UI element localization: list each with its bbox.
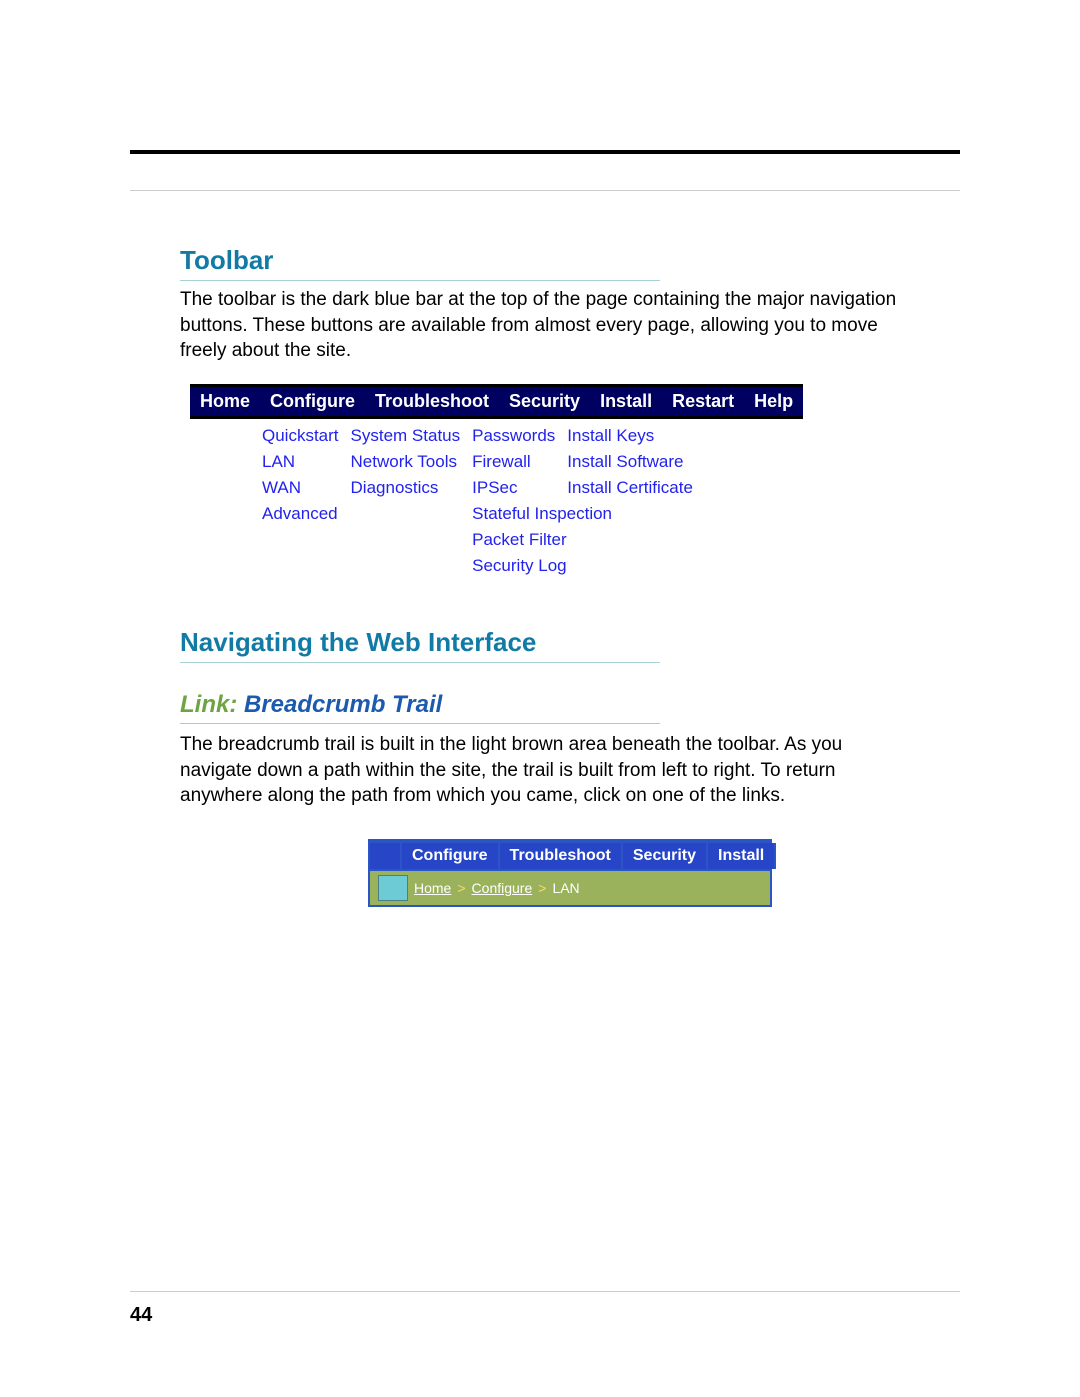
crumb-tab-troubleshoot[interactable]: Troubleshoot xyxy=(500,843,623,869)
nav-security[interactable]: Security xyxy=(499,385,590,417)
breadcrumb-leftcap-icon xyxy=(378,875,408,901)
link-title: Breadcrumb Trail xyxy=(244,691,442,718)
link-prefix: Link: xyxy=(180,691,237,718)
crumb-link-home[interactable]: Home xyxy=(414,880,451,896)
breadcrumb-tabs: Configure Troubleshoot Security Install xyxy=(370,841,770,871)
install-software[interactable]: Install Software xyxy=(567,449,705,475)
nav-configure[interactable]: Configure xyxy=(260,385,365,417)
breadcrumb-trail-bar: Home > Configure > LAN xyxy=(370,871,770,905)
troubleshoot-system-status[interactable]: System Status xyxy=(351,423,473,449)
nav-home[interactable]: Home xyxy=(190,385,260,417)
crumb-link-configure[interactable]: Configure xyxy=(472,880,533,896)
breadcrumb-figure: Configure Troubleshoot Security Install … xyxy=(368,839,772,907)
nav-help[interactable]: Help xyxy=(744,385,803,417)
page: Toolbar The toolbar is the dark blue bar… xyxy=(0,0,1080,1397)
footer-rule xyxy=(130,1291,960,1292)
navigating-heading: Navigating the Web Interface xyxy=(180,627,660,663)
top-rule xyxy=(130,150,960,154)
toolbar-figure: Home Configure Troubleshoot Security Ins… xyxy=(190,384,960,579)
security-passwords[interactable]: Passwords xyxy=(472,423,567,449)
configure-wan[interactable]: WAN xyxy=(262,475,351,501)
security-ipsec[interactable]: IPSec xyxy=(472,475,567,501)
toolbar-heading: Toolbar xyxy=(180,245,660,281)
breadcrumb-paragraph: The breadcrumb trail is built in the lig… xyxy=(180,732,900,809)
crumb-tab-security[interactable]: Security xyxy=(623,843,708,869)
nav-install[interactable]: Install xyxy=(590,385,662,417)
breadcrumb-link-heading: Link: Breadcrumb Trail xyxy=(180,691,660,724)
content-area: Toolbar The toolbar is the dark blue bar… xyxy=(180,245,960,907)
security-packet-filter[interactable]: Packet Filter xyxy=(472,527,705,553)
install-certificate[interactable]: Install Certificate xyxy=(567,475,705,501)
nav-troubleshoot[interactable]: Troubleshoot xyxy=(365,385,499,417)
configure-advanced[interactable]: Advanced xyxy=(262,501,351,527)
toolbar-submenu-grid: Quickstart System Status Passwords Insta… xyxy=(190,423,705,579)
page-number: 44 xyxy=(130,1304,152,1327)
crumb-current: LAN xyxy=(552,880,579,896)
security-stateful-inspection[interactable]: Stateful Inspection xyxy=(472,501,705,527)
troubleshoot-diagnostics[interactable]: Diagnostics xyxy=(351,475,473,501)
configure-lan[interactable]: LAN xyxy=(262,449,351,475)
toolbar-header-row: Home Configure Troubleshoot Security Ins… xyxy=(190,384,803,419)
security-firewall[interactable]: Firewall xyxy=(472,449,567,475)
nav-restart[interactable]: Restart xyxy=(662,385,744,417)
toolbar-paragraph: The toolbar is the dark blue bar at the … xyxy=(180,287,900,364)
crumb-tab-install[interactable]: Install xyxy=(708,843,776,869)
security-security-log[interactable]: Security Log xyxy=(472,553,705,579)
install-keys[interactable]: Install Keys xyxy=(567,423,705,449)
troubleshoot-network-tools[interactable]: Network Tools xyxy=(351,449,473,475)
crumb-tab-configure[interactable]: Configure xyxy=(400,843,500,869)
crumb-sep-2: > xyxy=(538,880,546,896)
crumb-sep-1: > xyxy=(457,880,465,896)
header-faint-rule xyxy=(130,190,960,191)
configure-quickstart[interactable]: Quickstart xyxy=(262,423,351,449)
